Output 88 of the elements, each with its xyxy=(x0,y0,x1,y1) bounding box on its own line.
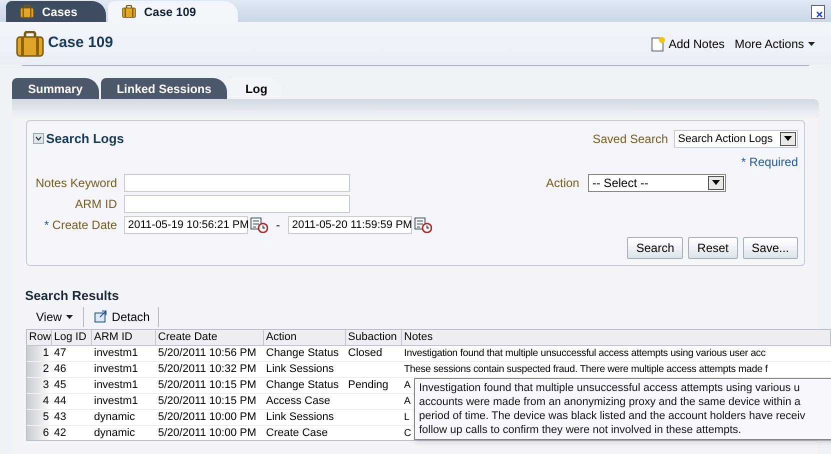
column-header[interactable]: Create Date xyxy=(156,330,264,344)
table-cell: dynamic xyxy=(94,426,135,438)
table-cell: 5/20/2011 10:32 PM xyxy=(158,362,256,374)
table-cell: Pending xyxy=(348,378,388,390)
table-cell: 5/20/2011 10:00 PM xyxy=(158,410,256,422)
table-cell: 5/20/2011 10:56 PM xyxy=(158,346,256,358)
column-header[interactable]: Action xyxy=(264,330,346,344)
calendar-icon[interactable] xyxy=(414,216,432,232)
column-header[interactable]: Subaction xyxy=(346,330,402,344)
table-cell: Link Sessions xyxy=(266,362,334,374)
row-number: 1 xyxy=(42,346,49,358)
caret-icon xyxy=(712,180,720,185)
close-icon[interactable] xyxy=(811,5,825,19)
row-number: 3 xyxy=(42,378,49,390)
table-cell: investm1 xyxy=(94,394,138,406)
table-cell: investm1 xyxy=(94,378,138,390)
row-number: 5 xyxy=(42,410,49,422)
tab[interactable]: Cases xyxy=(6,1,106,22)
table-cell: 46 xyxy=(54,362,66,374)
dropdown-button[interactable] xyxy=(708,176,724,190)
field-label: Notes Keyword xyxy=(36,174,117,192)
required-note: * Required xyxy=(741,154,798,170)
table-cell: 47 xyxy=(54,346,66,358)
table-cell: 5/20/2011 10:00 PM xyxy=(158,426,256,438)
caret-icon xyxy=(784,136,792,142)
table-cell: investm1 xyxy=(94,362,138,374)
date-field[interactable]: 2011-05-20 11:59:59 PM xyxy=(288,216,412,234)
table-cell: Link Sessions xyxy=(266,410,334,422)
tooltip: Investigation found that multiple unsuccessful access attempts using various u accounts were made from an anonymizing proxy and the same device within a period of time. The device was black listed and the account holders have receiv follow up calls to confirm they were not involved in these attempts. xyxy=(414,378,831,440)
table-cell: 5/20/2011 10:15 PM xyxy=(158,378,256,390)
range-separator: - xyxy=(276,216,280,234)
detach-icon xyxy=(94,310,108,323)
field-label: * Create Date xyxy=(44,216,117,234)
page-title: Case 109 xyxy=(48,33,114,54)
table-cell: These sessions contain suspected fraud. There were multiple access attempts made f xyxy=(404,364,768,374)
tab[interactable]: Summary xyxy=(12,78,99,99)
tab[interactable]: Linked Sessions xyxy=(100,78,228,99)
add-notes-button[interactable]: Add Notes xyxy=(650,34,725,52)
caret-icon xyxy=(808,42,815,46)
column-header[interactable]: Notes xyxy=(402,330,831,344)
table-cell: Change Status xyxy=(266,378,339,390)
row-number: 6 xyxy=(42,426,49,438)
field-label: ARM ID xyxy=(75,196,117,212)
input-field[interactable] xyxy=(124,194,350,212)
tab[interactable]: Case 109 xyxy=(108,1,238,22)
note-icon xyxy=(650,36,665,52)
button[interactable]: Search xyxy=(627,237,684,259)
column-header[interactable]: Log ID xyxy=(52,330,92,344)
table-cell: 44 xyxy=(54,394,66,406)
collapse-icon[interactable] xyxy=(33,133,44,144)
briefcase-icon xyxy=(20,5,34,18)
field-label: Action xyxy=(546,174,580,192)
column-header[interactable]: ARM ID xyxy=(92,330,156,344)
caret-icon xyxy=(66,314,73,318)
table-cell: C xyxy=(404,428,412,438)
table-cell: Closed xyxy=(348,346,382,358)
button[interactable]: Reset xyxy=(688,237,738,259)
table-cell: Investigation found that multiple unsuccessful access attempts using various user acc xyxy=(404,348,766,358)
table-cell: Change Status xyxy=(266,346,339,358)
briefcase-icon xyxy=(122,5,136,18)
button[interactable]: Save... xyxy=(742,237,798,259)
date-field[interactable]: 2011-05-19 10:56:21 PM xyxy=(124,216,248,234)
menu-button[interactable]: More Actions xyxy=(734,34,815,52)
menu-button[interactable]: View xyxy=(32,306,77,326)
row-number: 2 xyxy=(42,362,49,374)
detach-button[interactable]: Detach xyxy=(82,306,159,326)
section-title: Search Results xyxy=(25,287,120,305)
saved-search-select[interactable]: Search Action Logs xyxy=(674,130,798,148)
table-cell: Access Case xyxy=(266,394,330,406)
table-cell: 45 xyxy=(54,378,66,390)
briefcase-icon xyxy=(16,30,44,56)
field-label: Saved Search xyxy=(592,130,668,148)
dropdown-button[interactable] xyxy=(780,132,796,146)
table-cell: A xyxy=(404,396,410,406)
calendar-icon[interactable] xyxy=(250,216,268,232)
input-field[interactable] xyxy=(124,174,350,192)
table-cell: 42 xyxy=(54,426,66,438)
table-cell: investm1 xyxy=(94,346,138,358)
table-cell: Create Case xyxy=(266,426,328,438)
table-cell: L xyxy=(404,412,410,422)
table-cell: dynamic xyxy=(94,410,135,422)
action-select[interactable]: -- Select -- xyxy=(588,174,726,192)
table-cell: 43 xyxy=(54,410,66,422)
table-cell: A xyxy=(404,380,410,390)
section-title: Search Logs xyxy=(46,130,124,148)
column-header[interactable]: Row xyxy=(27,330,52,344)
table-cell: 5/20/2011 10:15 PM xyxy=(158,394,256,406)
row-number: 4 xyxy=(42,394,49,406)
